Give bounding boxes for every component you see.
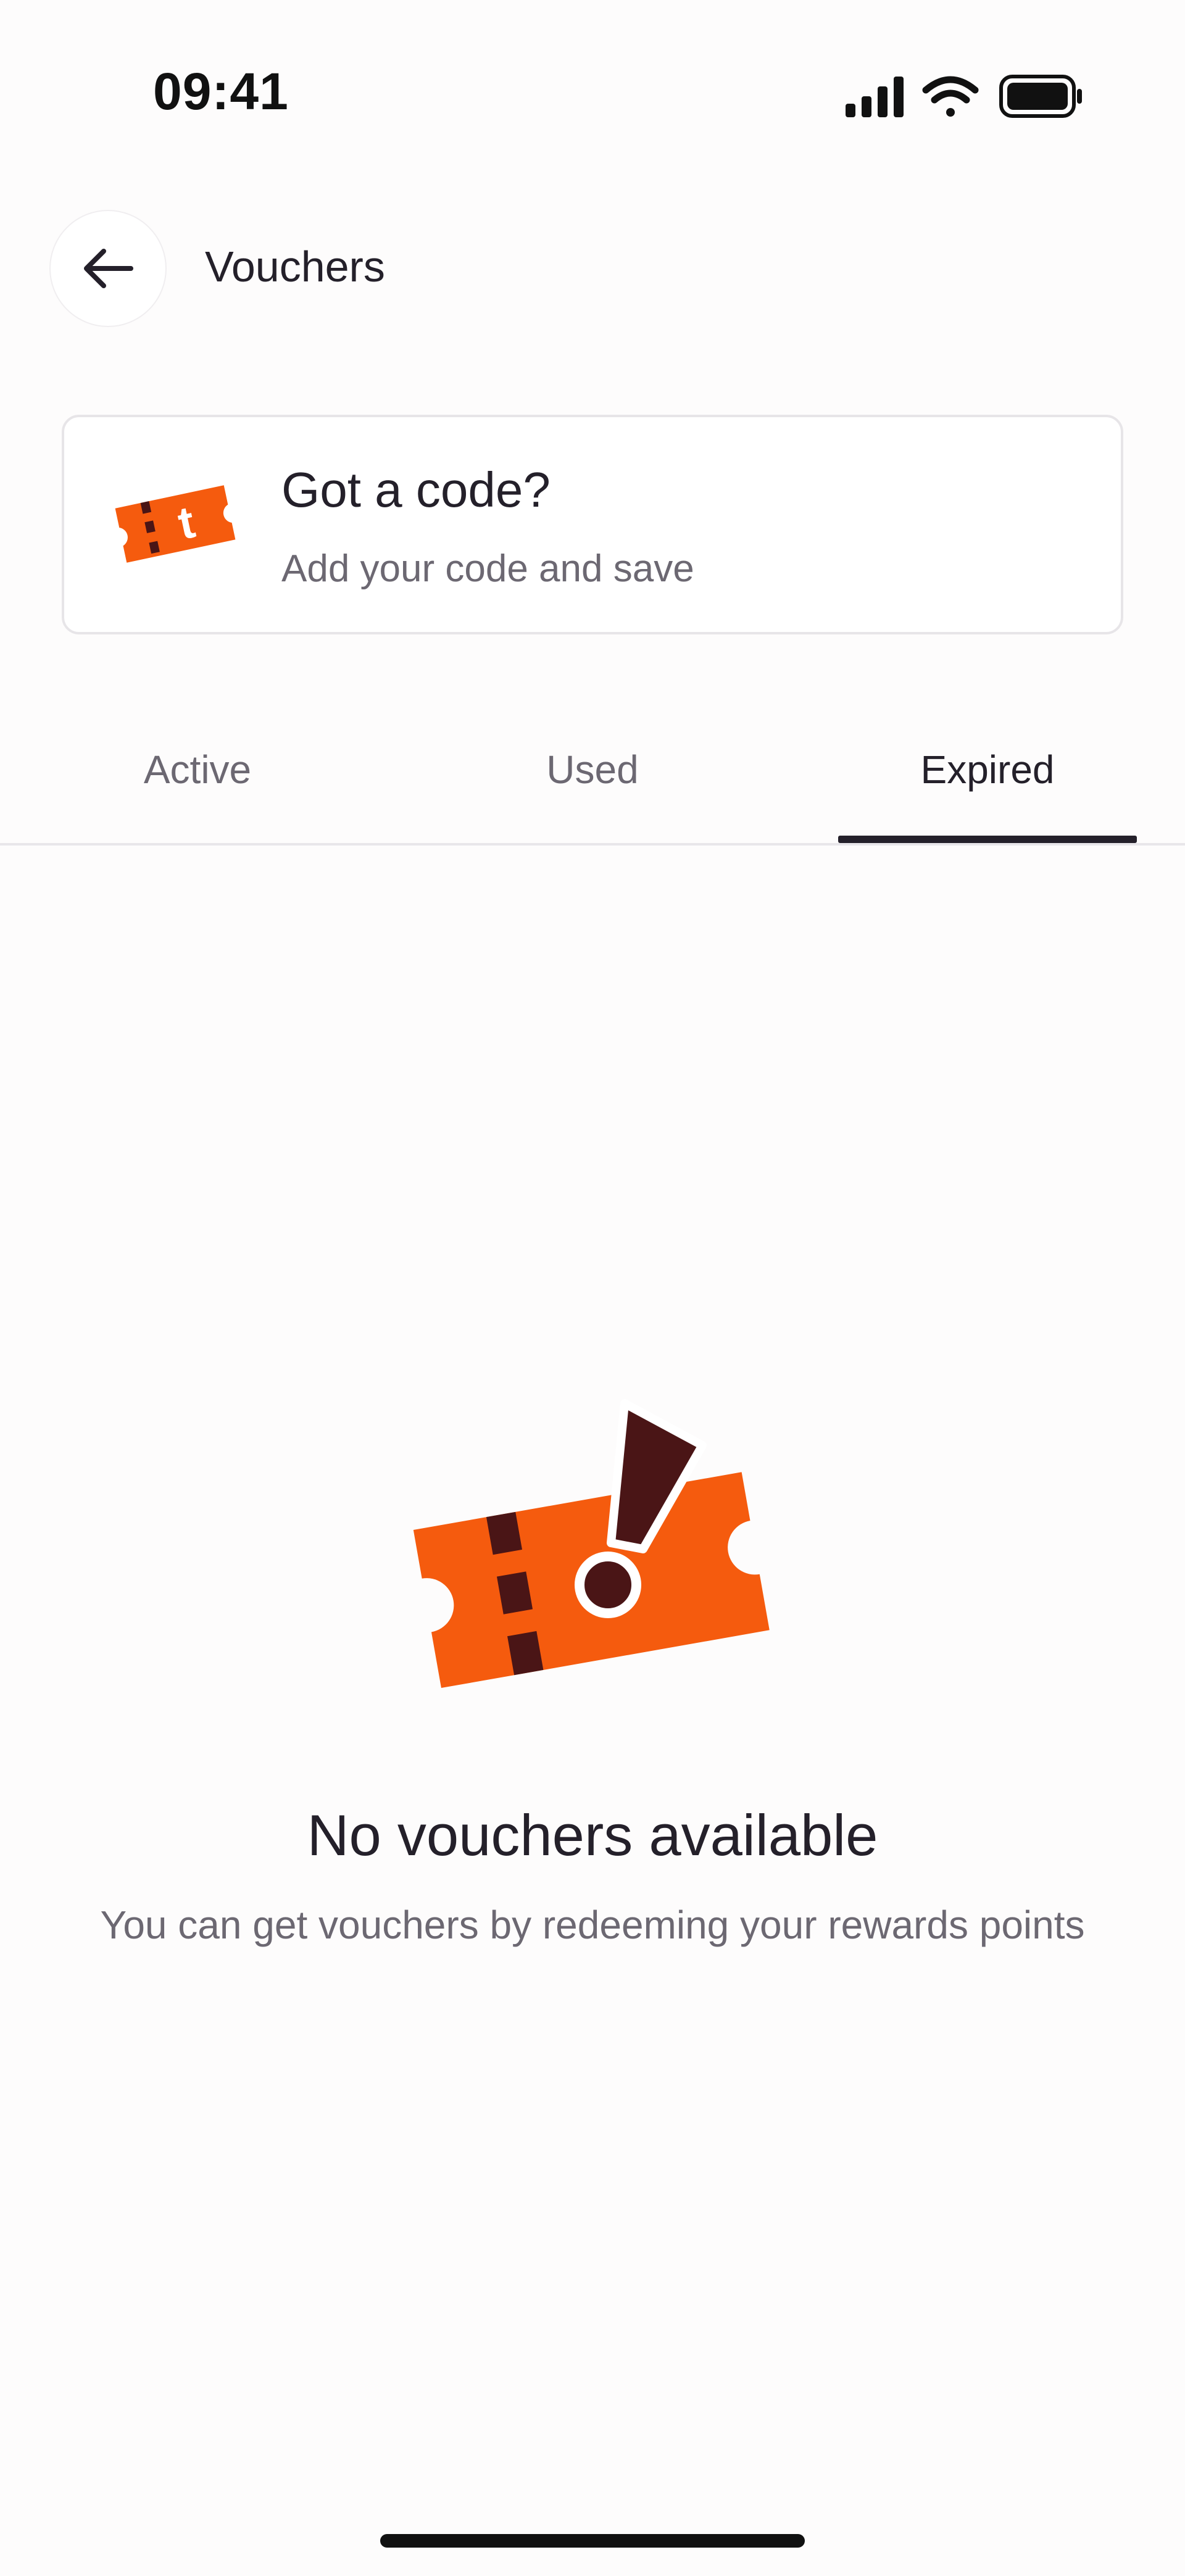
signal-icon — [846, 77, 904, 117]
home-indicator — [380, 2534, 805, 2548]
voucher-tabs: Active Used Expired — [0, 710, 1185, 846]
ticket-icon: t — [115, 485, 236, 563]
tab-expired[interactable]: Expired — [790, 747, 1185, 792]
add-code-card[interactable]: t Got a code? Add your code and save — [62, 415, 1123, 634]
ticket-exclamation-icon — [413, 1399, 770, 1689]
tab-active[interactable]: Active — [0, 747, 395, 792]
status-icons — [846, 75, 1082, 118]
back-button[interactable] — [49, 210, 167, 327]
empty-state-subtitle: You can get vouchers by redeeming your r… — [100, 1903, 1085, 1947]
wifi-icon — [922, 76, 979, 117]
status-time: 09:41 — [153, 62, 289, 120]
status-bar: 09:41 — [0, 0, 1185, 185]
page-title: Vouchers — [205, 243, 385, 291]
header: Vouchers — [0, 185, 1185, 346]
tab-indicator — [838, 836, 1137, 843]
code-card-title: Got a code? — [281, 462, 551, 517]
tab-used[interactable]: Used — [395, 747, 790, 792]
battery-icon — [999, 75, 1082, 118]
empty-state-title: No vouchers available — [307, 1803, 878, 1868]
code-card-subtitle: Add your code and save — [281, 547, 694, 590]
arrow-left-icon — [84, 249, 133, 288]
